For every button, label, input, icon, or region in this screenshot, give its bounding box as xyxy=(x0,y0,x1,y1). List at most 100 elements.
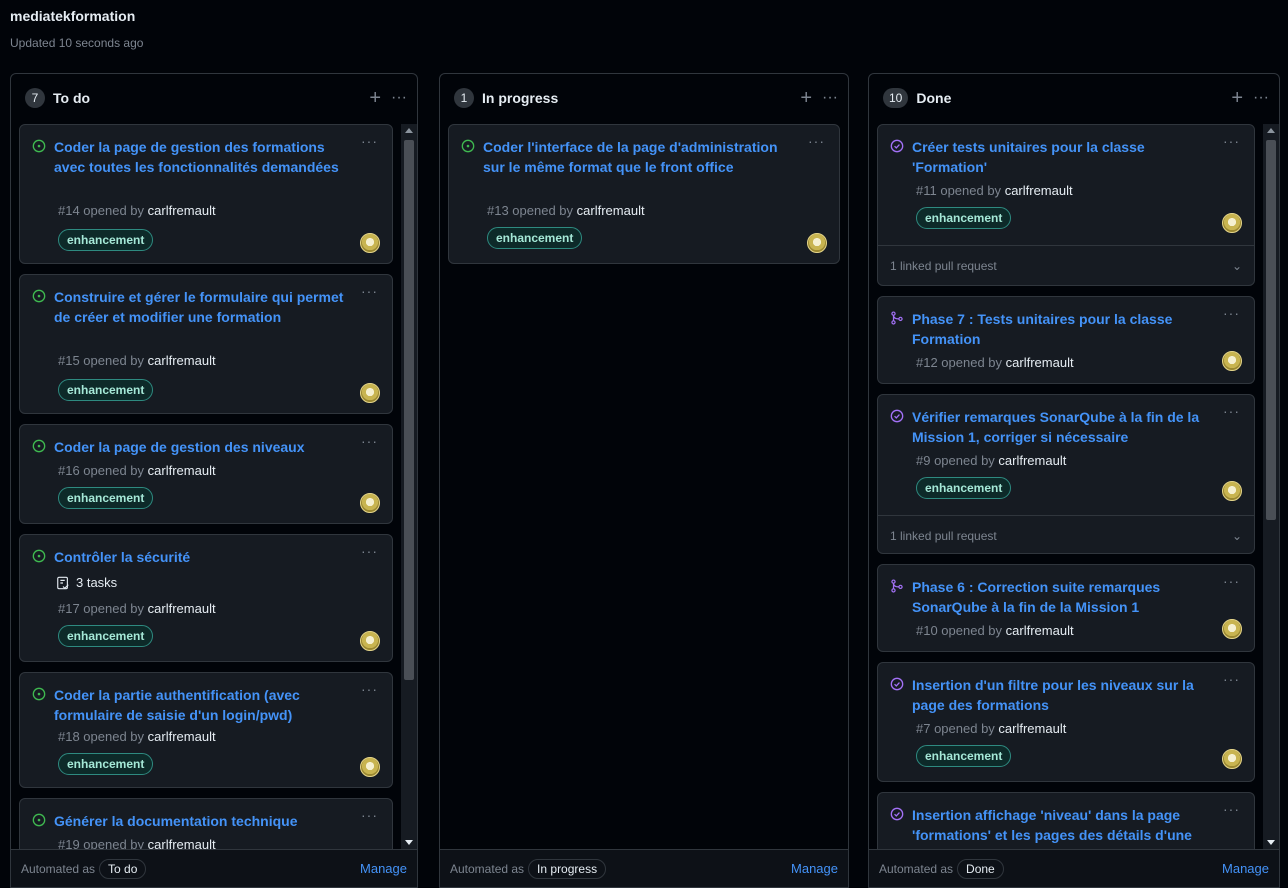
label-badge[interactable]: enhancement xyxy=(916,477,1012,499)
automation-pill: Done xyxy=(957,858,1004,879)
card-menu-icon[interactable]: ··· xyxy=(808,133,825,149)
card-list: Coder la page de gestion des formations … xyxy=(19,124,393,849)
card-menu-icon[interactable]: ··· xyxy=(361,807,378,823)
label-badge[interactable]: enhancement xyxy=(916,207,1012,229)
pr-card[interactable]: Phase 6 : Correction suite remarques Son… xyxy=(877,564,1255,652)
issue-card[interactable]: Coder la page de gestion des formations … xyxy=(19,124,393,264)
card-menu-icon[interactable]: ··· xyxy=(1223,801,1240,817)
avatar[interactable] xyxy=(360,383,380,403)
issue-title[interactable]: Générer la documentation technique xyxy=(54,811,344,831)
issue-author[interactable]: carlfremault xyxy=(148,837,216,849)
card-menu-icon[interactable]: ··· xyxy=(1223,133,1240,149)
issue-card[interactable]: Coder la partie authentification (avec f… xyxy=(19,672,393,788)
linked-pull-request[interactable]: 1 linked pull request ⌄ xyxy=(878,515,1254,553)
manage-link[interactable]: Manage xyxy=(791,861,838,876)
issue-card[interactable]: Insertion affichage 'niveau' dans la pag… xyxy=(877,792,1255,849)
issue-title[interactable]: Construire et gérer le formulaire qui pe… xyxy=(54,287,344,327)
issue-title[interactable]: Insertion d'un filtre pour les niveaux s… xyxy=(912,675,1206,715)
avatar[interactable] xyxy=(1222,213,1242,233)
pr-title[interactable]: Phase 7 : Tests unitaires pour la classe… xyxy=(912,309,1206,349)
add-card-icon[interactable]: + xyxy=(800,88,812,108)
issue-card[interactable]: Coder la page de gestion des niveaux ···… xyxy=(19,424,393,524)
avatar[interactable] xyxy=(360,233,380,253)
automation-pill: To do xyxy=(99,858,147,879)
avatar[interactable] xyxy=(360,757,380,777)
manage-link[interactable]: Manage xyxy=(360,861,407,876)
label-badge[interactable]: enhancement xyxy=(58,625,154,647)
avatar[interactable] xyxy=(1222,481,1242,501)
issue-author[interactable]: carlfremault xyxy=(148,203,216,218)
avatar[interactable] xyxy=(1222,619,1242,639)
card-menu-icon[interactable]: ··· xyxy=(361,681,378,697)
avatar[interactable] xyxy=(360,493,380,513)
issue-author[interactable]: carlfremault xyxy=(148,601,216,616)
column-footer: Automated as Done Manage xyxy=(869,849,1279,887)
pr-title[interactable]: Phase 6 : Correction suite remarques Son… xyxy=(912,577,1206,617)
label-badge[interactable]: enhancement xyxy=(487,227,583,249)
add-card-icon[interactable]: + xyxy=(369,88,381,108)
column-name: In progress xyxy=(482,90,559,106)
card-menu-icon[interactable]: ··· xyxy=(1223,403,1240,419)
updated-text: Updated 10 seconds ago xyxy=(10,36,144,50)
issue-open-icon xyxy=(32,289,46,303)
issue-card[interactable]: Coder l'interface de la page d'administr… xyxy=(448,124,840,264)
scrollbar[interactable] xyxy=(401,124,417,849)
card-menu-icon[interactable]: ··· xyxy=(361,543,378,559)
issue-author[interactable]: carlfremault xyxy=(148,729,216,744)
scroll-down-icon[interactable] xyxy=(1267,840,1275,845)
issue-card[interactable]: Insertion d'un filtre pour les niveaux s… xyxy=(877,662,1255,782)
issue-title[interactable]: Contrôler la sécurité xyxy=(54,547,344,567)
issue-author[interactable]: carlfremault xyxy=(577,203,645,218)
issue-title[interactable]: Coder la page de gestion des niveaux xyxy=(54,437,344,457)
card-menu-icon[interactable]: ··· xyxy=(1223,671,1240,687)
avatar[interactable] xyxy=(807,233,827,253)
label-badge[interactable]: enhancement xyxy=(58,379,154,401)
card-menu-icon[interactable]: ··· xyxy=(1223,305,1240,321)
label-badge[interactable]: enhancement xyxy=(58,487,154,509)
avatar[interactable] xyxy=(360,631,380,651)
issue-author[interactable]: carlfremault xyxy=(998,721,1066,736)
label-badge[interactable]: enhancement xyxy=(916,745,1012,767)
issue-title[interactable]: Coder la partie authentification (avec f… xyxy=(54,685,344,725)
issue-title[interactable]: Vérifier remarques SonarQube à la fin de… xyxy=(912,407,1206,447)
issue-author[interactable]: carlfremault xyxy=(148,463,216,478)
column-done: 10 Done + ··· Créer tests unitaires pour… xyxy=(868,73,1280,888)
issue-card[interactable]: Construire et gérer le formulaire qui pe… xyxy=(19,274,393,414)
issue-title[interactable]: Créer tests unitaires pour la classe 'Fo… xyxy=(912,137,1206,177)
pr-author[interactable]: carlfremault xyxy=(1006,355,1074,370)
manage-link[interactable]: Manage xyxy=(1222,861,1269,876)
label-badge[interactable]: enhancement xyxy=(58,229,154,251)
issue-author[interactable]: carlfremault xyxy=(1005,183,1073,198)
issue-card[interactable]: Générer la documentation technique ··· #… xyxy=(19,798,393,849)
column-menu-icon[interactable]: ··· xyxy=(822,89,838,107)
card-menu-icon[interactable]: ··· xyxy=(361,133,378,149)
issue-title[interactable]: Coder la page de gestion des formations … xyxy=(54,137,344,177)
column-menu-icon[interactable]: ··· xyxy=(1253,89,1269,107)
card-menu-icon[interactable]: ··· xyxy=(361,283,378,299)
column-menu-icon[interactable]: ··· xyxy=(391,89,407,107)
pr-author[interactable]: carlfremault xyxy=(1006,623,1074,638)
scroll-up-icon[interactable] xyxy=(405,128,413,133)
label-badge[interactable]: enhancement xyxy=(58,753,154,775)
avatar[interactable] xyxy=(1222,749,1242,769)
scroll-up-icon[interactable] xyxy=(1267,128,1275,133)
issue-card[interactable]: Vérifier remarques SonarQube à la fin de… xyxy=(877,394,1255,554)
issue-author[interactable]: carlfremault xyxy=(998,453,1066,468)
scroll-down-icon[interactable] xyxy=(405,840,413,845)
issue-author[interactable]: carlfremault xyxy=(148,353,216,368)
issue-title[interactable]: Coder l'interface de la page d'administr… xyxy=(483,137,791,177)
scroll-thumb[interactable] xyxy=(1266,140,1276,520)
chevron-down-icon[interactable]: ⌄ xyxy=(1232,259,1242,273)
issue-title[interactable]: Insertion affichage 'niveau' dans la pag… xyxy=(912,805,1206,849)
chevron-down-icon[interactable]: ⌄ xyxy=(1232,529,1242,543)
linked-pull-request[interactable]: 1 linked pull request ⌄ xyxy=(878,245,1254,285)
pr-card[interactable]: Phase 7 : Tests unitaires pour la classe… xyxy=(877,296,1255,384)
card-menu-icon[interactable]: ··· xyxy=(361,433,378,449)
scrollbar[interactable] xyxy=(1263,124,1279,849)
add-card-icon[interactable]: + xyxy=(1231,88,1243,108)
card-menu-icon[interactable]: ··· xyxy=(1223,573,1240,589)
issue-card[interactable]: Créer tests unitaires pour la classe 'Fo… xyxy=(877,124,1255,286)
scroll-thumb[interactable] xyxy=(404,140,414,680)
avatar[interactable] xyxy=(1222,351,1242,371)
issue-card[interactable]: Contrôler la sécurité ··· 3 tasks #17 op… xyxy=(19,534,393,662)
